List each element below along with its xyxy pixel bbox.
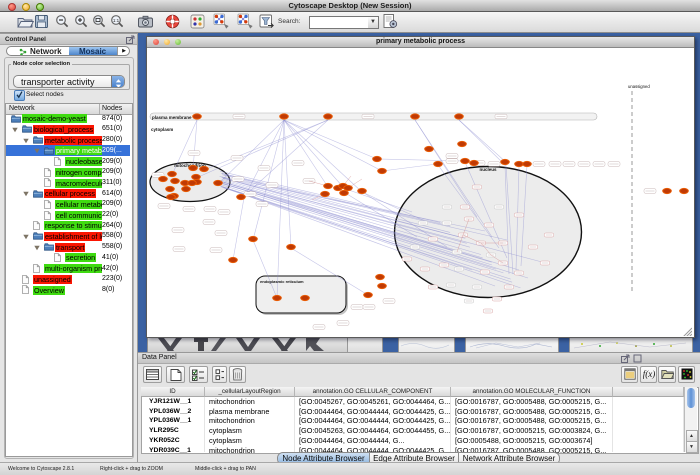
- svg-text:endoplasmic reticulum: endoplasmic reticulum: [260, 279, 304, 284]
- svg-text:cytoplasm: cytoplasm: [151, 127, 173, 132]
- svg-text:nucleus: nucleus: [479, 167, 497, 172]
- svg-text:unassigned: unassigned: [628, 84, 650, 89]
- svg-text:1:1: 1:1: [113, 18, 120, 23]
- svg-text:plasma membrane: plasma membrane: [152, 115, 192, 120]
- svg-text:f(x): f(x): [643, 369, 655, 379]
